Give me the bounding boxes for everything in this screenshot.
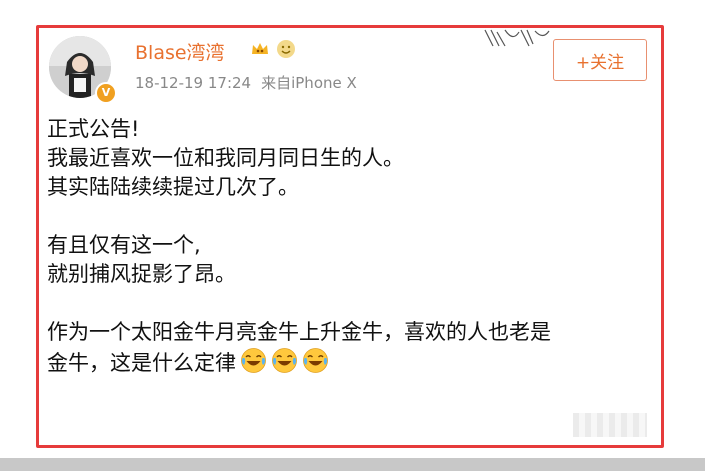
- post-line: 就别捕风捉影了昂。: [47, 262, 236, 286]
- post-line-text: 金牛，这是什么定律: [47, 351, 236, 375]
- post-line: 我最近喜欢一位和我同月同日生的人。: [47, 146, 404, 170]
- user-badges: [249, 38, 297, 60]
- post-line-with-emoji: 金牛，这是什么定律: [47, 347, 647, 378]
- post-line: 正式公告!: [47, 117, 140, 141]
- post-timestamp: 18-12-19 17:24: [135, 74, 252, 92]
- post-line: 有且仅有这一个,: [47, 233, 201, 257]
- post-line: 作为一个太阳金牛月亮金牛上升金牛，喜欢的人也老是: [47, 320, 551, 344]
- laugh-cry-emoji-icon: [241, 348, 266, 373]
- post-meta: 18-12-19 17:24 来自iPhone X: [135, 72, 357, 93]
- bottom-divider: [0, 458, 705, 471]
- vip-crown-icon[interactable]: [249, 38, 271, 60]
- blurred-watermark: [573, 413, 647, 437]
- follow-button[interactable]: +关注: [553, 39, 647, 81]
- post-paragraph: 正式公告! 我最近喜欢一位和我同月同日生的人。 其实陆陆续续提过几次了。: [47, 115, 647, 202]
- laugh-cry-emoji-icon: [303, 348, 328, 373]
- laugh-cry-emoji-icon: [272, 348, 297, 373]
- username[interactable]: Blase湾湾: [135, 38, 225, 65]
- emoji-badge-icon[interactable]: [275, 38, 297, 60]
- post-source[interactable]: 来自iPhone X: [261, 74, 357, 92]
- verified-badge-icon: V: [95, 82, 117, 104]
- post-paragraph: 作为一个太阳金牛月亮金牛上升金牛，喜欢的人也老是 金牛，这是什么定律: [47, 318, 647, 378]
- weibo-post-card: V Blase湾湾 18-12-19 17:24 来自iPhone X +关注: [36, 25, 664, 448]
- post-paragraph: 有且仅有这一个, 就别捕风捉影了昂。: [47, 231, 647, 289]
- sticker-decoration: [484, 29, 550, 47]
- post-line: 其实陆陆续续提过几次了。: [47, 175, 299, 199]
- post-body: 正式公告! 我最近喜欢一位和我同月同日生的人。 其实陆陆续续提过几次了。 有且仅…: [47, 115, 647, 378]
